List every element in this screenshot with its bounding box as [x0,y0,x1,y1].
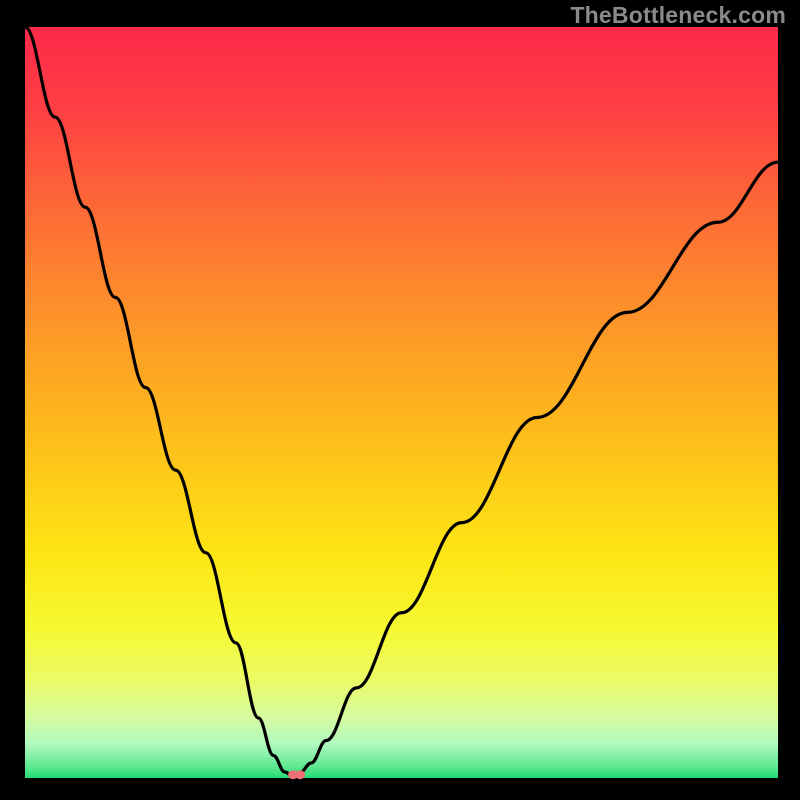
optimum-marker [288,770,305,779]
chart-frame: TheBottleneck.com [0,0,800,800]
watermark-text: TheBottleneck.com [570,2,786,29]
plot-background [25,27,778,778]
chart-svg [0,0,800,800]
